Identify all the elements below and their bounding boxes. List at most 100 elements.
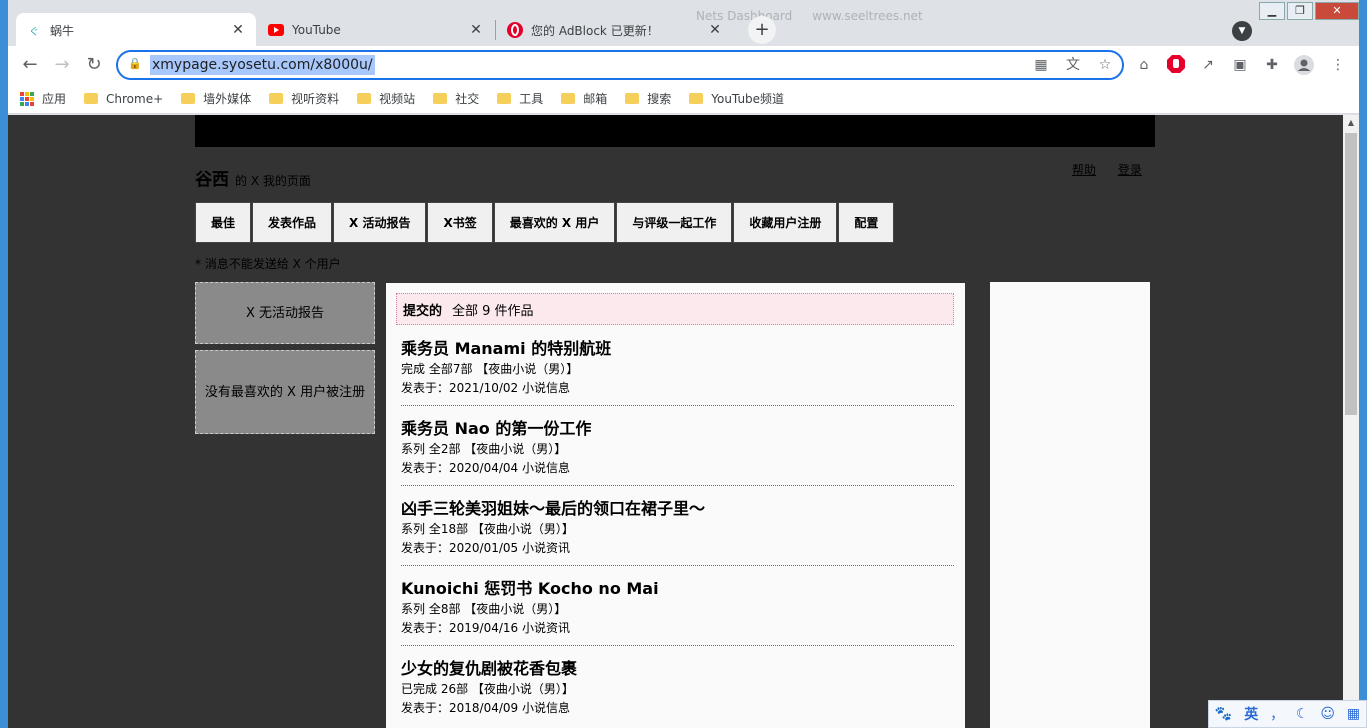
bookmark-label: YouTube频道 xyxy=(711,92,785,106)
folder-icon xyxy=(269,93,284,104)
bookmark-label: 视频站 xyxy=(379,92,416,106)
snail-icon: ぐ xyxy=(29,26,39,38)
list-item: 乘务员 Nao 的第一份工作 系列 全2部 【夜曲小说（男）】 发表于：2020… xyxy=(401,415,954,486)
menu-item-works[interactable]: 发表作品 xyxy=(252,202,333,243)
new-tab-button[interactable]: + xyxy=(748,16,776,44)
profile-avatar-icon[interactable] xyxy=(1294,55,1314,75)
menu-item-activity[interactable]: X 活动报告 xyxy=(333,202,427,243)
youtube-icon xyxy=(268,22,284,38)
background-tab-title: www.seeltrees.net xyxy=(812,9,923,23)
ime-language-toggle[interactable]: 英 xyxy=(1244,704,1258,724)
graph-extension-icon[interactable]: ↗ xyxy=(1198,55,1218,75)
tab-youtube[interactable]: YouTube ✕ xyxy=(258,13,494,47)
user-name[interactable]: 谷西 xyxy=(195,165,229,190)
bookmark-folder[interactable]: YouTube频道 xyxy=(689,90,784,107)
login-link[interactable]: 登录 xyxy=(1118,163,1142,177)
back-arrow-icon[interactable]: ← xyxy=(19,54,41,76)
scroll-up-arrow-icon[interactable]: ▲ xyxy=(1343,115,1359,131)
bookmark-folder[interactable]: Chrome+ xyxy=(84,92,163,106)
submitted-count: 全部 9 件作品 xyxy=(452,303,534,319)
menu-item-best[interactable]: 最佳 xyxy=(195,202,252,243)
bookmark-folder[interactable]: 社交 xyxy=(433,90,479,107)
tab-snail[interactable]: ぐ 蜗牛 ✕ xyxy=(16,13,256,47)
bookmark-folder[interactable]: 墙外媒体 xyxy=(181,90,251,107)
adblock-icon xyxy=(507,22,523,38)
work-meta: 已完成 26部 【夜曲小说（男）】 xyxy=(401,682,574,696)
folder-icon xyxy=(625,93,640,104)
page-title: 谷西 的 X 我的页面 xyxy=(195,165,311,190)
folder-icon xyxy=(497,93,512,104)
submitted-label: 提交的 xyxy=(403,303,443,319)
grid-menu-icon[interactable]: ▦ xyxy=(1347,706,1360,722)
window-close-button[interactable]: ✕ xyxy=(1315,2,1359,20)
work-title-link[interactable]: 凶手三轮美羽姐妹～最后的领口在裙子里～ xyxy=(401,498,954,520)
menu-item-favorite-register[interactable]: 收藏用户注册 xyxy=(733,202,838,243)
no-activity-text: X 无活动报告 xyxy=(245,305,325,321)
user-icon[interactable]: ☺ xyxy=(1320,706,1335,722)
work-title-link[interactable]: 乘务员 Manami 的特别航班 xyxy=(401,338,954,360)
home-extension-icon[interactable]: ⌂ xyxy=(1134,55,1154,75)
close-icon[interactable]: ✕ xyxy=(230,22,246,38)
puzzle-extensions-icon[interactable]: ✚ xyxy=(1262,55,1282,75)
bookmark-folder[interactable]: 邮箱 xyxy=(561,90,607,107)
bookmark-star-icon[interactable]: ☆ xyxy=(1096,56,1114,74)
minimize-button[interactable]: ▁ xyxy=(1259,2,1285,20)
adblock-extension-icon[interactable] xyxy=(1166,55,1186,75)
work-date[interactable]: 发表于：2021/10/02 小说信息 xyxy=(401,379,954,398)
bookmark-folder[interactable]: 视听资料 xyxy=(269,90,339,107)
tab-adblock[interactable]: 您的 AdBlock 已更新！ ✕ xyxy=(497,13,733,47)
no-favorite-text: 没有最喜欢的 X 用户被注册 xyxy=(204,384,366,400)
ime-toolbar: 🐾 英 ， ☾ ☺ ▦ xyxy=(1208,700,1367,728)
forward-arrow-icon[interactable]: → xyxy=(51,54,73,76)
tab-search-icon[interactable]: ▼ xyxy=(1232,21,1252,41)
site-header-bar xyxy=(195,115,1155,147)
menu-item-settings[interactable]: 配置 xyxy=(838,202,895,243)
reload-icon[interactable]: ↻ xyxy=(83,54,105,76)
work-date[interactable]: 发表于：2020/01/05 小说资讯 xyxy=(401,539,954,558)
work-title-link[interactable]: 少女的复仇剧被花香包裹 xyxy=(401,658,954,680)
page-scrollbar[interactable]: ▲ xyxy=(1343,115,1359,728)
bookmark-label: 搜索 xyxy=(647,92,672,106)
menu-kebab-icon[interactable]: ⋮ xyxy=(1328,55,1348,75)
menu-item-favorite-users[interactable]: 最喜欢的 X 用户 xyxy=(493,202,616,243)
work-date[interactable]: 发表于：2020/04/04 小说信息 xyxy=(401,459,954,478)
work-date[interactable]: 发表于：2018/04/09 小说信息 xyxy=(401,699,954,718)
work-title-link[interactable]: 乘务员 Nao 的第一份工作 xyxy=(401,418,954,440)
close-icon[interactable]: ✕ xyxy=(468,22,484,38)
works-list-panel: 提交的 全部 9 件作品 乘务员 Manami 的特别航班 完成 全部7部 【夜… xyxy=(386,283,965,728)
work-title-link[interactable]: Kunoichi 惩罚书 Kocho no Mai xyxy=(401,578,954,600)
work-date[interactable]: 发表于：2019/04/16 小说资讯 xyxy=(401,619,954,638)
close-icon[interactable]: ✕ xyxy=(707,22,723,38)
bookmark-folder[interactable]: 视频站 xyxy=(357,90,415,107)
apps-grid-icon xyxy=(20,91,34,106)
lock-icon[interactable]: 🔒 xyxy=(128,57,142,73)
help-link[interactable]: 帮助 xyxy=(1072,163,1096,177)
moon-icon[interactable]: ☾ xyxy=(1296,706,1309,722)
paw-icon[interactable]: 🐾 xyxy=(1215,706,1232,722)
menu-item-ratings[interactable]: 与评级一起工作 xyxy=(616,202,733,243)
address-bar[interactable]: 🔒 xmypage.syosetu.com/x8000u/ ▦ 文 ☆ xyxy=(116,50,1124,80)
submitted-header: 提交的 全部 9 件作品 xyxy=(396,293,954,325)
qr-code-icon[interactable]: ▦ xyxy=(1032,56,1050,74)
work-meta: 系列 全2部 【夜曲小说（男）】 xyxy=(401,442,567,456)
media-extension-icon[interactable]: ▣ xyxy=(1230,55,1250,75)
translate-icon[interactable]: 文 xyxy=(1064,56,1082,74)
folder-icon xyxy=(181,93,196,104)
bookmark-label: 应用 xyxy=(42,92,67,106)
bookmarks-bar: 应用 Chrome+ 墙外媒体 视听资料 视频站 社交 工具 邮箱 搜索 You… xyxy=(8,84,1359,114)
bookmark-folder[interactable]: 工具 xyxy=(497,90,543,107)
url-text[interactable]: xmypage.syosetu.com/x8000u/ xyxy=(150,55,375,75)
menu-item-bookmarks[interactable]: X书签 xyxy=(427,202,493,243)
bookmark-label: Chrome+ xyxy=(106,91,164,106)
scrollbar-thumb[interactable] xyxy=(1345,133,1357,415)
maximize-button[interactable]: ❐ xyxy=(1287,2,1313,20)
bookmark-label: 工具 xyxy=(519,92,544,106)
folder-icon xyxy=(433,93,448,104)
no-favorite-box: 没有最喜欢的 X 用户被注册 xyxy=(195,350,375,434)
tab-separator xyxy=(495,20,496,40)
ime-punctuation-toggle[interactable]: ， xyxy=(1270,704,1284,724)
bookmark-folder[interactable]: 搜索 xyxy=(625,90,671,107)
folder-icon xyxy=(357,93,372,104)
bookmark-apps[interactable]: 应用 xyxy=(20,90,66,107)
folder-icon xyxy=(561,93,576,104)
